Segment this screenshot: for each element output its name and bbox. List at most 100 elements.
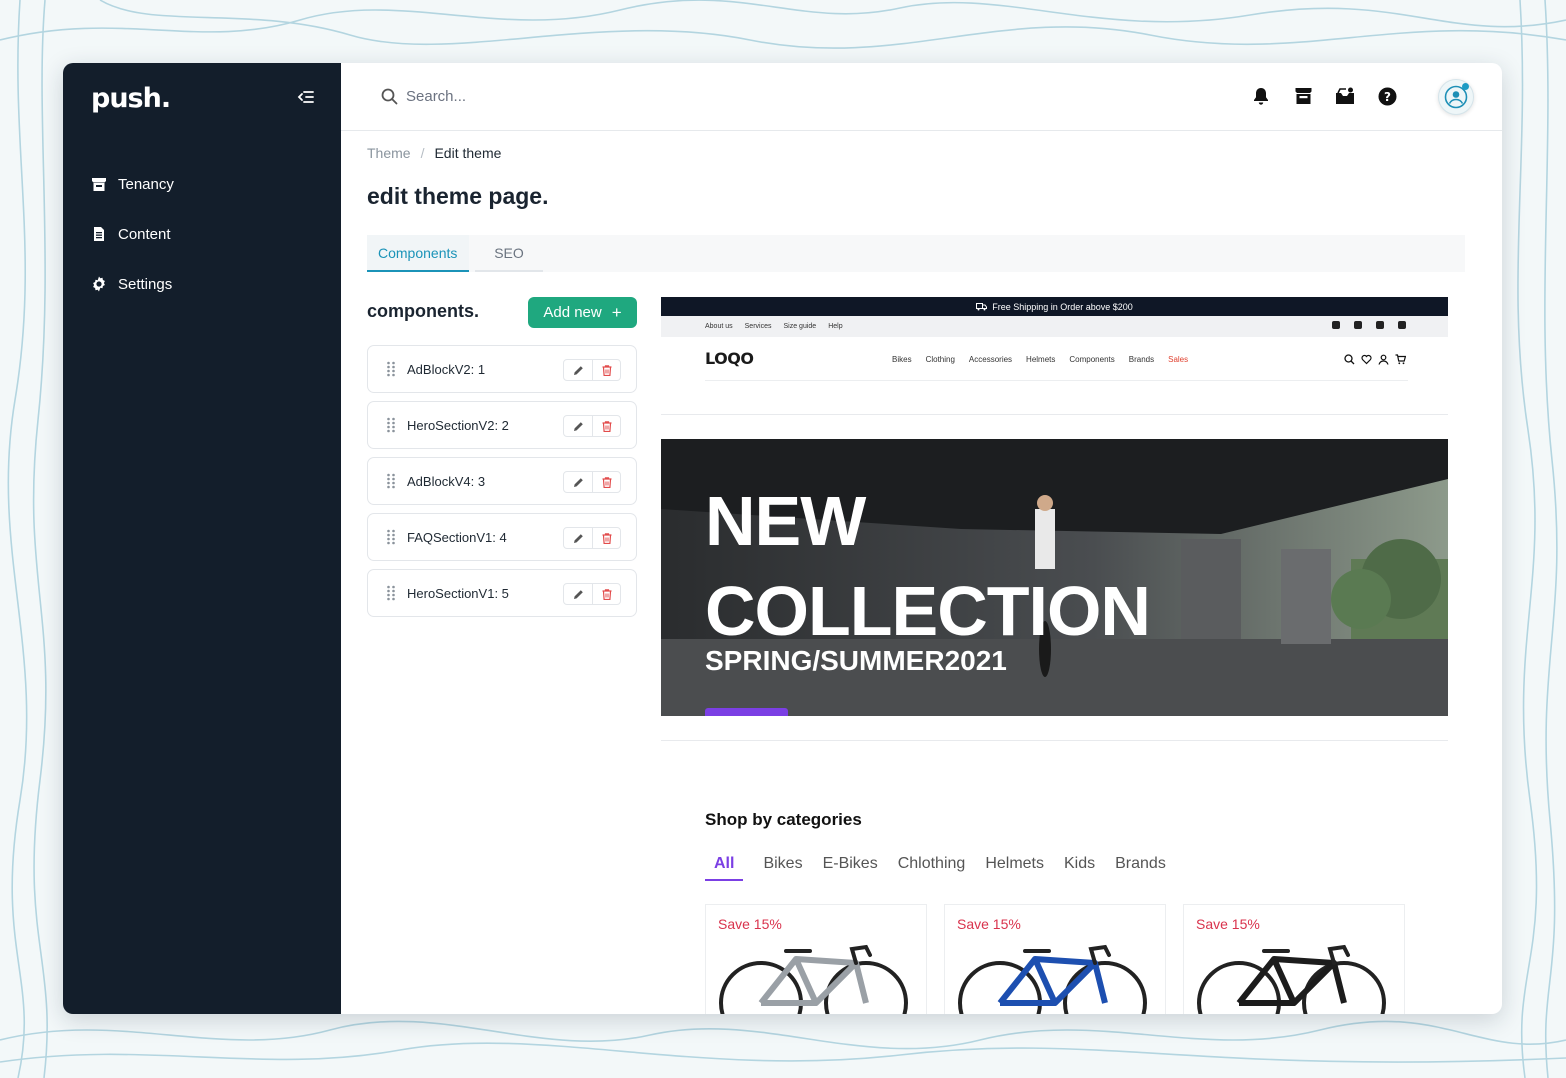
search-icon[interactable]	[1344, 354, 1355, 365]
delete-icon[interactable]	[592, 528, 620, 548]
drag-handle-icon[interactable]	[386, 473, 396, 489]
menu-sales[interactable]: Sales	[1168, 355, 1188, 364]
search-box[interactable]: Search...	[381, 88, 466, 105]
component-item[interactable]: AdBlockV4: 3	[367, 457, 637, 505]
add-new-button[interactable]: Add new +	[528, 297, 637, 328]
product-card[interactable]: Save 15%	[944, 904, 1166, 1014]
product-card[interactable]: Save 15%	[705, 904, 927, 1014]
sidebar-nav: Tenancy Content Settings	[91, 159, 174, 309]
component-actions	[563, 527, 621, 549]
sidebar-item-content[interactable]: Content	[91, 209, 174, 259]
bicycle-image	[1197, 944, 1386, 1014]
social-links	[1318, 321, 1406, 329]
edit-icon[interactable]	[564, 528, 592, 548]
sidebar-item-tenancy[interactable]: Tenancy	[91, 159, 174, 209]
account-icon[interactable]	[1378, 354, 1389, 365]
hero-shop-button[interactable]	[705, 708, 788, 716]
category-tab-bikes[interactable]: Bikes	[763, 855, 802, 881]
bell-icon[interactable]	[1250, 85, 1272, 107]
breadcrumb-current: Edit theme	[434, 145, 502, 161]
component-name: HeroSectionV2: 2	[407, 417, 509, 433]
category-tab-all[interactable]: All	[705, 855, 744, 881]
search-input[interactable]: Search...	[406, 88, 466, 105]
store-icon[interactable]	[1292, 85, 1314, 107]
menu-helmets[interactable]: Helmets	[1026, 355, 1055, 364]
component-item[interactable]: HeroSectionV2: 2	[367, 401, 637, 449]
collapse-sidebar-icon[interactable]	[297, 89, 315, 105]
document-icon	[94, 227, 104, 241]
edit-icon[interactable]	[564, 584, 592, 604]
notification-dot	[1462, 83, 1469, 90]
discount-badge: Save 15%	[718, 916, 782, 932]
cart-icon[interactable]	[1395, 354, 1406, 365]
product-cards: Save 15% Save 15% Save 15%	[705, 904, 1422, 1014]
category-tabs: All Bikes E-Bikes Chlothing Helmets Kids…	[705, 855, 1186, 881]
component-item[interactable]: HeroSectionV1: 5	[367, 569, 637, 617]
tab-seo[interactable]: SEO	[475, 235, 543, 272]
category-tab-kids[interactable]: Kids	[1064, 855, 1095, 881]
heart-icon[interactable]	[1361, 354, 1372, 365]
youtube-icon[interactable]	[1332, 321, 1340, 329]
edit-icon[interactable]	[564, 416, 592, 436]
bicycle-image	[958, 944, 1147, 1014]
delete-icon[interactable]	[592, 584, 620, 604]
util-link-about[interactable]: About us	[705, 323, 733, 330]
delete-icon[interactable]	[592, 360, 620, 380]
drag-handle-icon[interactable]	[386, 361, 396, 377]
instagram-icon[interactable]	[1376, 321, 1384, 329]
discount-badge: Save 15%	[957, 916, 1021, 932]
components-title: components.	[367, 301, 480, 321]
hero-banner: NEW COLLECTION SPRING/SUMMER2021	[661, 439, 1448, 716]
sidebar-item-label: Content	[118, 225, 171, 243]
component-actions	[563, 415, 621, 437]
drag-handle-icon[interactable]	[386, 529, 396, 545]
page-title: edit theme page.	[367, 183, 549, 209]
add-new-label: Add new	[543, 304, 602, 321]
component-name: AdBlockV2: 1	[407, 361, 486, 377]
delete-icon[interactable]	[592, 416, 620, 436]
sidebar: push. Tenancy Content Settings	[63, 63, 341, 1014]
menu-clothing[interactable]: Clothing	[926, 355, 955, 364]
hero-heading-line1: NEW	[705, 482, 866, 560]
component-item[interactable]: FAQSectionV1: 4	[367, 513, 637, 561]
category-tab-helmets[interactable]: Helmets	[985, 855, 1044, 881]
delete-icon[interactable]	[592, 472, 620, 492]
drag-handle-icon[interactable]	[386, 585, 396, 601]
utility-bar: About us Services Size guide Help	[661, 316, 1448, 337]
help-icon[interactable]: ?	[1376, 85, 1398, 107]
util-link-size-guide[interactable]: Size guide	[783, 323, 816, 330]
util-link-services[interactable]: Services	[745, 323, 772, 330]
breadcrumb-parent[interactable]: Theme	[367, 145, 411, 161]
discount-badge: Save 15%	[1196, 916, 1260, 932]
util-link-help[interactable]: Help	[828, 323, 842, 330]
hero-heading-line2: COLLECTION	[705, 572, 1151, 650]
inbox-icon[interactable]	[1334, 85, 1356, 107]
app-logo: push.	[91, 83, 171, 114]
category-tab-ebikes[interactable]: E-Bikes	[823, 855, 878, 881]
component-actions	[563, 583, 621, 605]
menu-components[interactable]: Components	[1069, 355, 1114, 364]
categories-title: Shop by categories	[705, 810, 862, 829]
component-name: HeroSectionV1: 5	[407, 585, 509, 601]
menu-bikes[interactable]: Bikes	[892, 355, 912, 364]
category-tab-clothing[interactable]: Chlothing	[898, 855, 966, 881]
menu-brands[interactable]: Brands	[1129, 355, 1154, 364]
tab-components[interactable]: Components	[367, 235, 469, 272]
preview-divider	[661, 414, 1448, 415]
edit-icon[interactable]	[564, 472, 592, 492]
edit-icon[interactable]	[564, 360, 592, 380]
component-item[interactable]: AdBlockV2: 1	[367, 345, 637, 393]
component-actions	[563, 359, 621, 381]
tiktok-icon[interactable]	[1398, 321, 1406, 329]
top-icons: ?	[1230, 85, 1398, 107]
category-tab-brands[interactable]: Brands	[1115, 855, 1166, 881]
site-logo[interactable]: LOQO	[705, 349, 754, 368]
linkedin-icon[interactable]	[1354, 321, 1362, 329]
user-avatar[interactable]	[1438, 79, 1474, 115]
plus-icon: +	[611, 302, 622, 322]
breadcrumb-separator: /	[420, 145, 425, 161]
sidebar-item-settings[interactable]: Settings	[91, 259, 174, 309]
product-card[interactable]: Save 15%	[1183, 904, 1405, 1014]
drag-handle-icon[interactable]	[386, 417, 396, 433]
menu-accessories[interactable]: Accessories	[969, 355, 1012, 364]
